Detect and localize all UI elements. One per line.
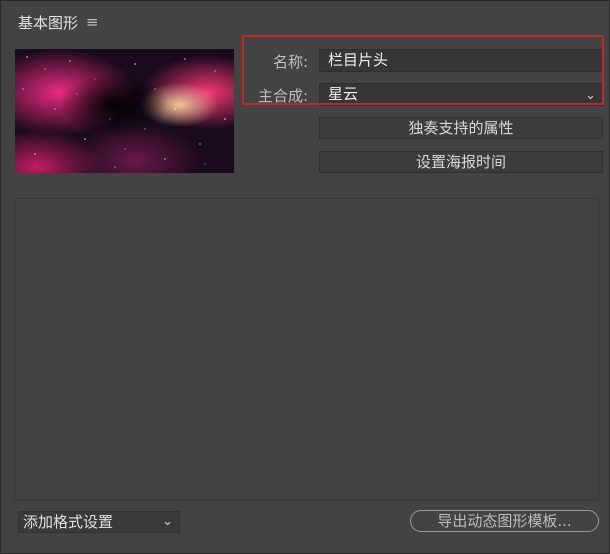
add-formatting-dropdown[interactable]: 添加格式设置 ⌄: [18, 511, 180, 533]
properties-list-area: [14, 198, 599, 500]
add-formatting-label: 添加格式设置: [23, 513, 114, 531]
panel-title: 基本图形: [18, 13, 79, 32]
chevron-down-icon: ⌄: [162, 514, 173, 529]
export-motion-graphics-template-button[interactable]: 导出动态图形模板...: [410, 510, 599, 532]
solo-supported-properties-button[interactable]: 独奏支持的属性: [319, 117, 603, 139]
set-poster-time-button[interactable]: 设置海报时间: [319, 151, 603, 173]
hamburger-menu-icon[interactable]: ≡: [86, 14, 99, 30]
highlight-box: [242, 35, 604, 105]
panel-header: 基本图形 ≡: [18, 12, 99, 32]
nebula-image: [15, 49, 234, 173]
composition-thumbnail: [15, 49, 234, 173]
essential-graphics-panel: 基本图形 ≡ 名称: 栏目片头 主合成: 星云 ⌄ 独奏支持的属性 设置海报时间…: [0, 0, 610, 554]
